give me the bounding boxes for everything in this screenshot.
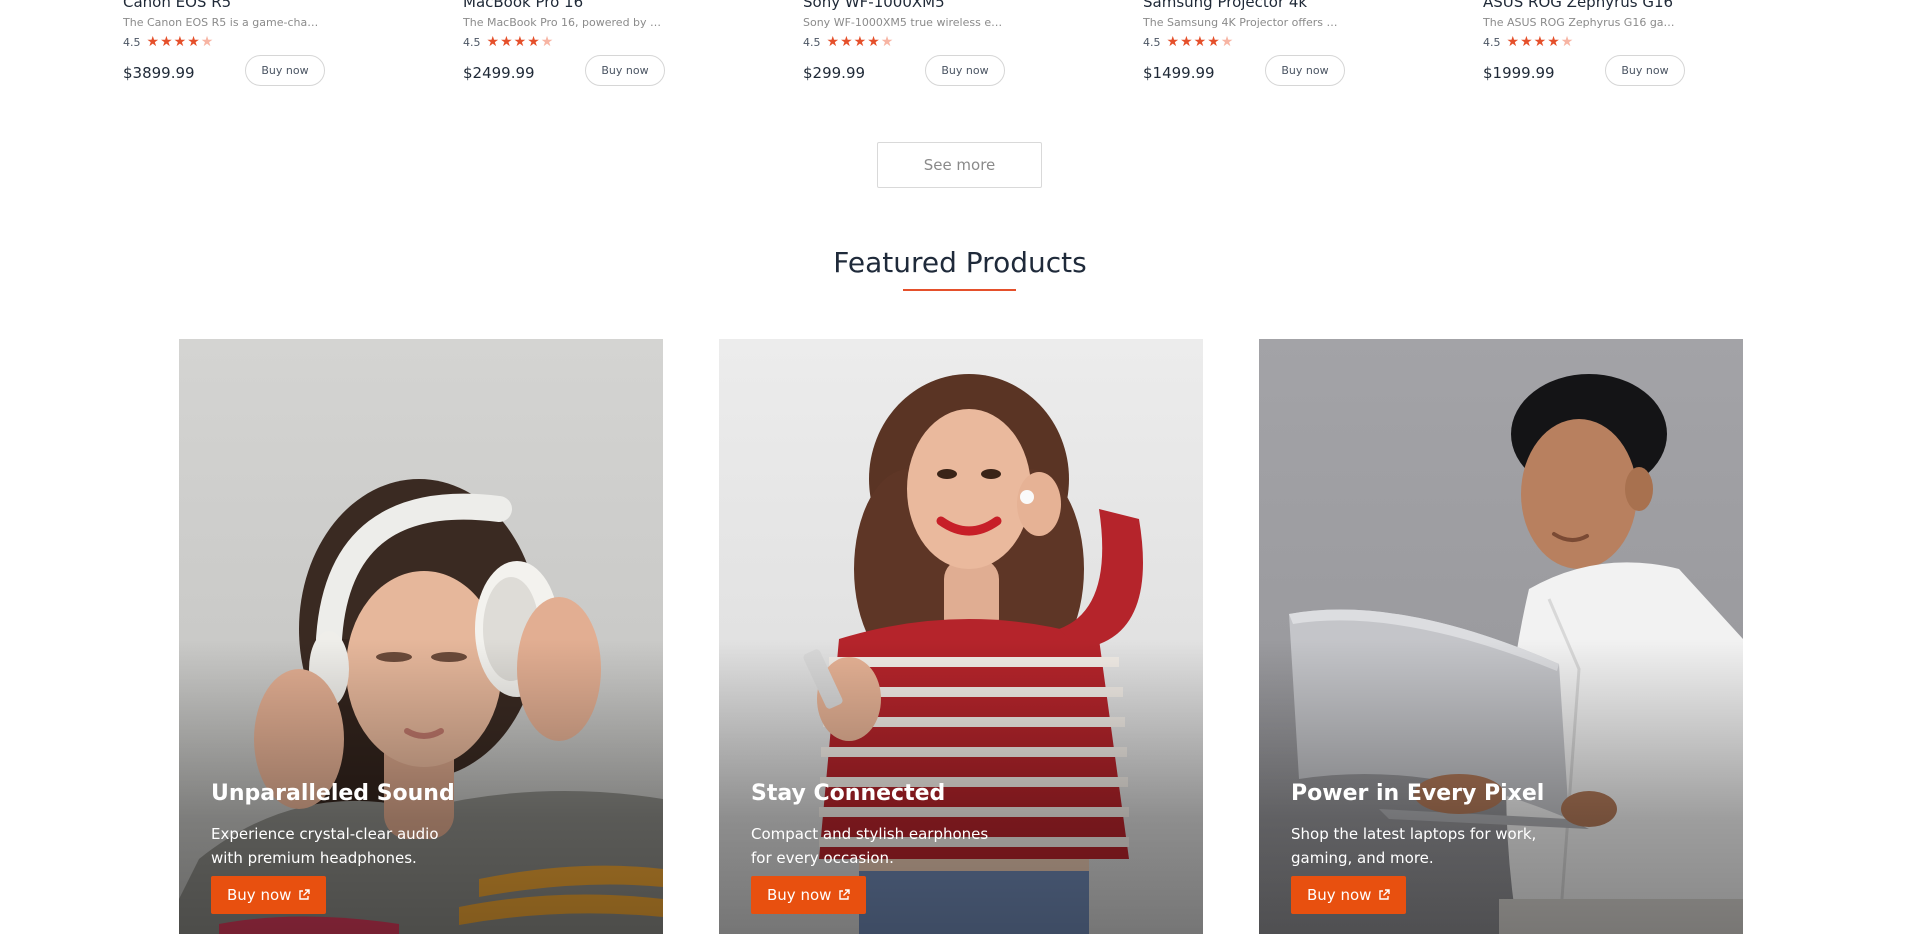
star-icon: ★: [1506, 34, 1520, 50]
star-icon: ★: [1166, 34, 1180, 50]
rating-value: 4.5: [1483, 35, 1501, 49]
product-name[interactable]: MacBook Pro 16: [463, 0, 583, 11]
product-name[interactable]: Sony WF-1000XM5: [803, 0, 945, 11]
product-strip: Canon EOS R5 The Canon EOS R5 is a game-…: [0, 0, 1907, 100]
half-star-icon: ★: [1560, 34, 1574, 50]
feature-card-laptop[interactable]: Power in Every Pixel Shop the latest lap…: [1259, 339, 1743, 934]
feature-title: Stay Connected: [751, 781, 946, 806]
product-name[interactable]: Samsung Projector 4k: [1143, 0, 1307, 11]
star-icon: ★: [853, 34, 867, 50]
buy-now-button[interactable]: Buy now: [1265, 55, 1345, 86]
product-rating: 4.5 ★ ★ ★ ★ ★: [1143, 34, 1233, 50]
star-icon: ★: [826, 34, 840, 50]
feature-description: Compact and stylish earphones for every …: [751, 825, 989, 867]
product-card[interactable]: Sony WF-1000XM5 Sony WF-1000XM5 true wir…: [803, 0, 1103, 96]
rating-stars: ★ ★ ★ ★ ★: [487, 35, 554, 49]
product-card[interactable]: MacBook Pro 16 The MacBook Pro 16, power…: [463, 0, 763, 96]
product-description: The ASUS ROG Zephyrus G16 gamin...: [1483, 16, 1683, 29]
star-icon: ★: [486, 34, 500, 50]
rating-value: 4.5: [463, 35, 481, 49]
product-price: $1999.99: [1483, 64, 1555, 82]
feature-buy-now-button[interactable]: Buy now: [751, 876, 867, 914]
product-price: $299.99: [803, 64, 866, 82]
buy-now-label: Buy now: [767, 886, 832, 904]
feature-title: Power in Every Pixel: [1291, 781, 1545, 806]
buy-now-label: Buy now: [1307, 886, 1372, 904]
see-more-button[interactable]: See more: [877, 142, 1042, 188]
star-icon: ★: [500, 34, 513, 50]
rating-value: 4.5: [1143, 35, 1161, 49]
product-rating: 4.5 ★ ★ ★ ★ ★: [123, 34, 213, 50]
rating-stars: ★ ★ ★ ★ ★: [1167, 35, 1234, 49]
star-icon: ★: [1193, 34, 1207, 50]
star-icon: ★: [1207, 34, 1220, 50]
product-rating: 4.5 ★ ★ ★ ★ ★: [803, 34, 893, 50]
feature-card-headphones[interactable]: Unparalleled Sound Experience crystal-cl…: [179, 339, 663, 934]
star-icon: ★: [840, 34, 853, 50]
rating-value: 4.5: [123, 35, 141, 49]
product-price: $1499.99: [1143, 64, 1215, 82]
product-card[interactable]: ASUS ROG Zephyrus G16 The ASUS ROG Zephy…: [1483, 0, 1783, 96]
star-icon: ★: [527, 34, 540, 50]
product-rating: 4.5 ★ ★ ★ ★ ★: [1483, 34, 1573, 50]
rating-stars: ★ ★ ★ ★ ★: [827, 35, 894, 49]
product-name[interactable]: ASUS ROG Zephyrus G16: [1483, 0, 1673, 11]
star-icon: ★: [146, 34, 160, 50]
star-icon: ★: [1180, 34, 1193, 50]
star-icon: ★: [187, 34, 200, 50]
rating-stars: ★ ★ ★ ★ ★: [147, 35, 214, 49]
half-star-icon: ★: [880, 34, 894, 50]
star-icon: ★: [160, 34, 173, 50]
featured-products-heading: Featured Products: [833, 246, 1087, 279]
product-card[interactable]: Canon EOS R5 The Canon EOS R5 is a game-…: [123, 0, 423, 96]
feature-title: Unparalleled Sound: [211, 781, 455, 806]
star-icon: ★: [513, 34, 527, 50]
buy-now-button[interactable]: Buy now: [1605, 55, 1685, 86]
heading-underline: [903, 289, 1016, 291]
feature-buy-now-button[interactable]: Buy now: [1291, 876, 1407, 914]
product-card[interactable]: Samsung Projector 4k The Samsung 4K Proj…: [1143, 0, 1443, 96]
buy-now-button[interactable]: Buy now: [245, 55, 325, 86]
rating-value: 4.5: [803, 35, 821, 49]
star-icon: ★: [173, 34, 187, 50]
product-rating: 4.5 ★ ★ ★ ★ ★: [463, 34, 553, 50]
product-description: The Samsung 4K Projector offers an...: [1143, 16, 1343, 29]
external-link-icon: [1379, 889, 1391, 900]
half-star-icon: ★: [540, 34, 554, 50]
external-link-icon: [299, 889, 311, 900]
external-link-icon: [839, 889, 851, 900]
buy-now-button[interactable]: Buy now: [925, 55, 1005, 86]
product-description: The MacBook Pro 16, powered by A...: [463, 16, 663, 29]
half-star-icon: ★: [200, 34, 214, 50]
product-price: $3899.99: [123, 64, 195, 82]
feature-card-earphones[interactable]: Stay Connected Compact and stylish earph…: [719, 339, 1203, 934]
half-star-icon: ★: [1220, 34, 1234, 50]
star-icon: ★: [1533, 34, 1547, 50]
rating-stars: ★ ★ ★ ★ ★: [1507, 35, 1574, 49]
product-description: The Canon EOS R5 is a game-chan...: [123, 16, 323, 29]
star-icon: ★: [1520, 34, 1533, 50]
product-name[interactable]: Canon EOS R5: [123, 0, 231, 11]
feature-buy-now-button[interactable]: Buy now: [211, 876, 327, 914]
star-icon: ★: [1547, 34, 1560, 50]
product-price: $2499.99: [463, 64, 535, 82]
feature-description: Experience crystal-clear audio with prem…: [211, 825, 439, 867]
buy-now-label: Buy now: [227, 886, 292, 904]
product-description: Sony WF-1000XM5 true wireless ea...: [803, 16, 1003, 29]
star-icon: ★: [867, 34, 880, 50]
feature-description: Shop the latest laptops for work, gaming…: [1291, 825, 1537, 867]
buy-now-button[interactable]: Buy now: [585, 55, 665, 86]
